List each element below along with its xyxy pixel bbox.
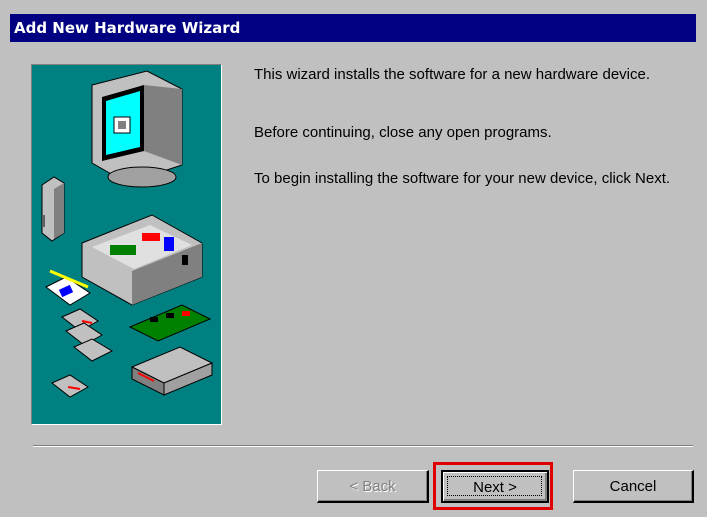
expansion-card-icon <box>128 304 212 342</box>
back-button[interactable]: < Back <box>317 470 429 503</box>
network-hub-icon <box>130 346 214 396</box>
next-button-label: Next > <box>473 479 517 496</box>
intro-text: This wizard installs the software for a … <box>254 66 651 83</box>
cancel-button-label: Cancel <box>609 478 657 495</box>
monitor-icon <box>91 70 183 188</box>
modem-icon <box>41 176 65 242</box>
floppy-disk-icon <box>51 308 114 398</box>
divider <box>33 445 693 447</box>
window-title: Add New Hardware Wizard <box>14 19 241 37</box>
back-button-label: < Back <box>349 478 396 495</box>
computer-case-icon <box>81 214 203 306</box>
hardware-illustration <box>31 64 222 425</box>
close-programs-text: Before continuing, close any open progra… <box>254 124 552 141</box>
cancel-button[interactable]: Cancel <box>573 470 694 503</box>
next-button[interactable]: Next > <box>441 470 549 503</box>
instructions-text: To begin installing the software for you… <box>254 170 671 187</box>
title-bar: Add New Hardware Wizard <box>10 14 696 42</box>
